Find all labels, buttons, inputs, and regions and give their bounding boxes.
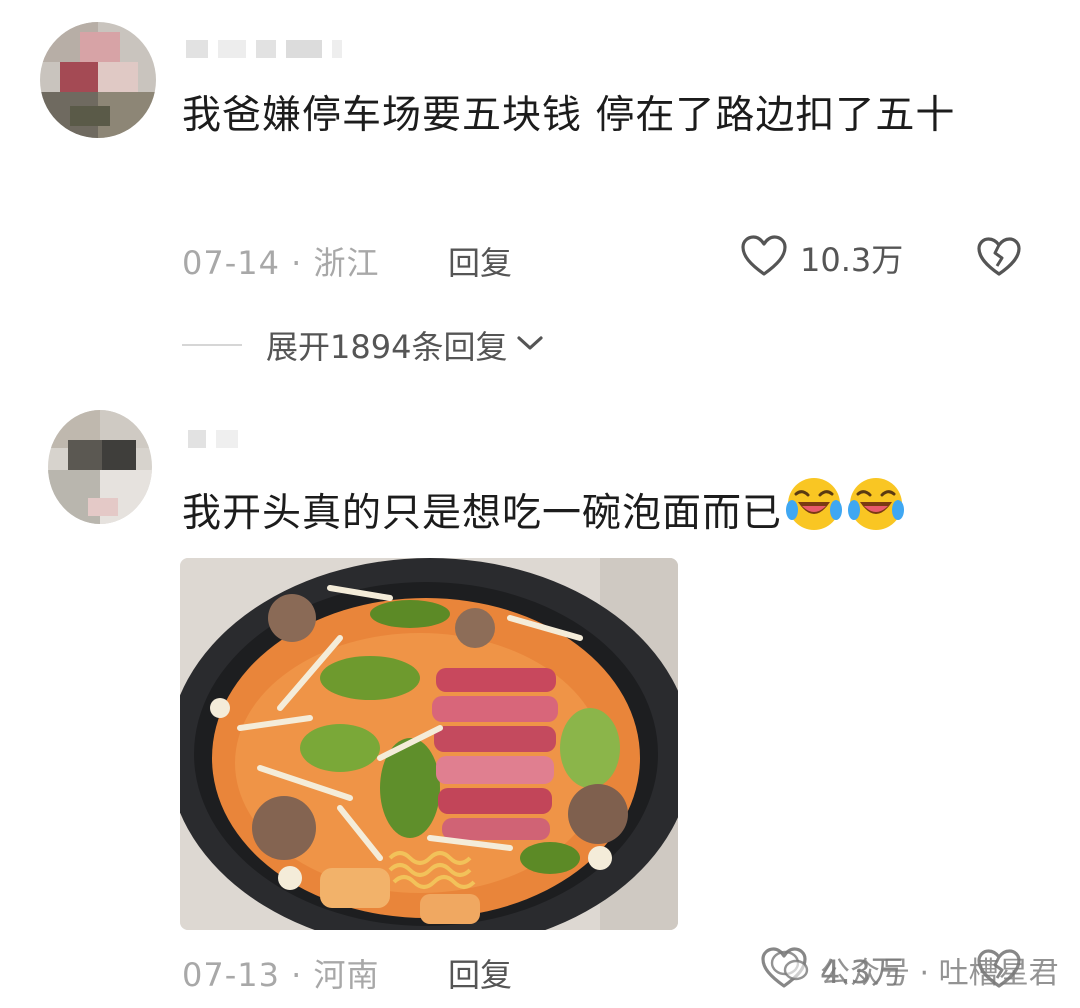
- broken-heart-icon: [976, 237, 1022, 282]
- meta-separator: ·: [291, 956, 314, 994]
- meta-separator: ·: [291, 244, 314, 282]
- comment-feed: 我爸嫌停车场要五块钱 停在了路边扣了五十 07-14 · 浙江 回复 10.3万…: [0, 0, 1080, 1008]
- like-button[interactable]: 10.3万: [740, 234, 903, 282]
- heart-outline-icon: [740, 234, 788, 282]
- dislike-button[interactable]: [976, 236, 1022, 282]
- comment-location: 河南: [313, 956, 380, 994]
- comment-photo[interactable]: [180, 558, 678, 930]
- comment-meta: 07-14 · 浙江: [182, 238, 380, 284]
- wechat-icon: [770, 949, 810, 991]
- reply-button[interactable]: 回复: [448, 238, 512, 284]
- username-redacted[interactable]: [186, 40, 342, 58]
- expand-replies-button[interactable]: 展开1894条回复: [182, 322, 545, 368]
- reply-button[interactable]: 回复: [448, 950, 512, 996]
- watermark-text: 公众号 · 吐槽星君: [820, 956, 1059, 991]
- rolling-on-floor-laughing-emoji: [846, 474, 906, 558]
- comment-meta: 07-13 · 河南: [182, 950, 380, 996]
- avatar[interactable]: [48, 410, 152, 524]
- comment-text: 我爸嫌停车场要五块钱 停在了路边扣了五十: [182, 93, 956, 138]
- comment-location: 浙江: [313, 244, 380, 282]
- watermark: 公众号 · 吐槽星君: [770, 948, 1059, 992]
- like-count: 10.3万: [800, 241, 904, 279]
- expand-divider: [182, 344, 242, 346]
- comment-text: 我开头真的只是想吃一碗泡面而已: [182, 474, 1042, 558]
- comment-text-body: 我开头真的只是想吃一碗泡面而已: [182, 491, 783, 536]
- username-redacted[interactable]: [188, 430, 238, 448]
- avatar[interactable]: [40, 22, 156, 138]
- comment-date: 07-14: [182, 244, 280, 282]
- expand-replies-label: 展开1894条回复: [266, 328, 508, 366]
- rolling-on-floor-laughing-emoji: [784, 474, 844, 558]
- comment-date: 07-13: [182, 956, 280, 994]
- chevron-down-icon: [515, 332, 545, 358]
